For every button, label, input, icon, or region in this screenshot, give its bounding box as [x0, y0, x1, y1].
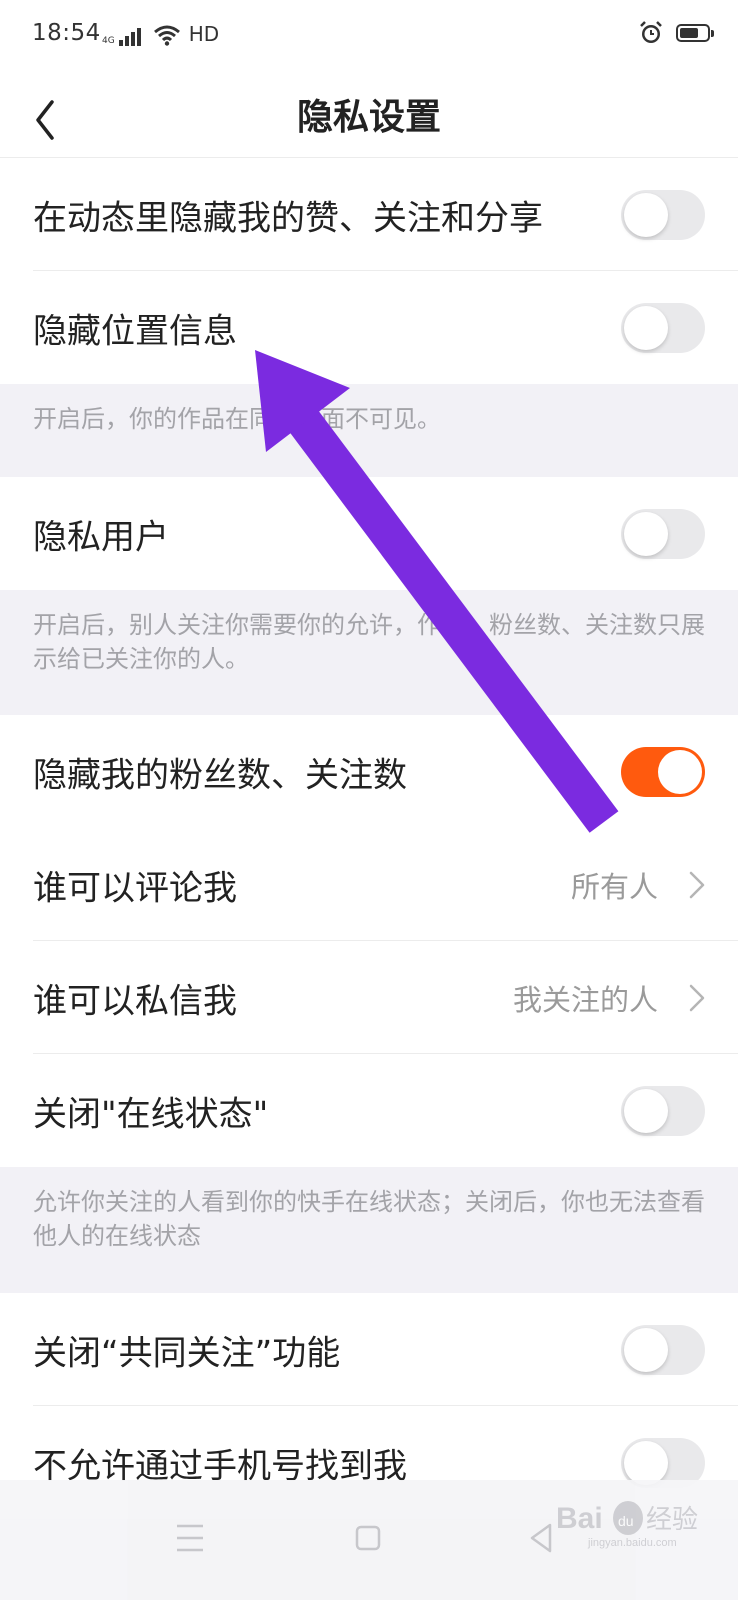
chevron-right-icon	[689, 984, 705, 1011]
setting-value: 我关注的人	[512, 982, 658, 1017]
setting-row-who-can-message[interactable]: 谁可以私信我 我关注的人	[0, 941, 738, 1054]
setting-row-online-status[interactable]: 关闭"在线状态"	[0, 1054, 738, 1167]
wifi-icon	[153, 25, 180, 46]
baidu-jingyan-watermark: Bai du 经验 jingyan.baidu.com	[556, 1501, 698, 1549]
home-button[interactable]	[338, 1508, 398, 1568]
menu-button[interactable]	[160, 1508, 220, 1568]
setting-label: 关闭"在线状态"	[33, 1094, 269, 1134]
setting-row-hide-fans[interactable]: 隐藏我的粉丝数、关注数	[0, 715, 738, 828]
setting-label: 隐藏位置信息	[33, 311, 237, 351]
hd-label: HD	[188, 22, 220, 46]
header: 隐私设置	[0, 70, 738, 158]
toggle-switch[interactable]	[621, 1324, 705, 1375]
svg-text:Bai: Bai	[556, 1502, 603, 1535]
signal-icon	[118, 28, 141, 46]
svg-text:jingyan.baidu.com: jingyan.baidu.com	[587, 1537, 677, 1549]
home-square-icon	[355, 1525, 381, 1551]
description-location: 开启后，你的作品在同城页面不可见。	[33, 405, 441, 433]
setting-label: 关闭“共同关注”功能	[33, 1333, 341, 1373]
toggle-knob	[624, 192, 668, 237]
description-private-user: 开启后，别人关注你需要你的允许，作品、粉丝数、关注数只展示给已关注你的人。	[33, 611, 705, 673]
toggle-knob	[624, 305, 668, 350]
description-online-status: 允许你关注的人看到你的快手在线状态；关闭后，你也无法查看他人的在线状态	[33, 1188, 705, 1250]
status-bar: 18:54 4G HD	[0, 0, 738, 70]
page-title: 隐私设置	[296, 97, 441, 138]
toggle-switch[interactable]	[621, 508, 705, 559]
setting-label: 隐私用户	[33, 517, 169, 557]
network-type-label: 4G	[102, 36, 115, 46]
setting-value: 所有人	[570, 869, 658, 904]
setting-label: 谁可以私信我	[33, 981, 237, 1021]
toggle-switch[interactable]	[621, 302, 705, 353]
status-time: 18:54	[32, 20, 101, 46]
toggle-switch[interactable]	[621, 746, 705, 797]
svg-text:du: du	[618, 1513, 634, 1529]
setting-row-common-follow[interactable]: 关闭“共同关注”功能	[0, 1293, 738, 1406]
setting-label: 在动态里隐藏我的赞、关注和分享	[33, 198, 543, 238]
toggle-knob	[624, 1327, 668, 1372]
setting-row-hide-likes[interactable]: 在动态里隐藏我的赞、关注和分享	[0, 158, 738, 271]
setting-label: 隐藏我的粉丝数、关注数	[33, 755, 407, 795]
status-left-icons: 4G HD	[102, 22, 219, 46]
status-right-icons	[638, 20, 714, 46]
setting-label: 谁可以评论我	[33, 868, 237, 908]
battery-icon	[676, 24, 714, 42]
setting-row-hide-location[interactable]: 隐藏位置信息	[0, 271, 738, 384]
toggle-knob	[624, 1440, 668, 1485]
toggle-switch[interactable]	[621, 189, 705, 240]
chevron-right-icon	[689, 871, 705, 898]
toggle-knob	[624, 1088, 668, 1133]
menu-icon	[177, 1524, 203, 1552]
toggle-knob	[658, 749, 702, 794]
alarm-icon	[640, 21, 662, 43]
svg-text:经验: 经验	[646, 1505, 698, 1535]
setting-row-private-user[interactable]: 隐私用户	[0, 477, 738, 590]
toggle-knob	[624, 511, 668, 556]
toggle-switch[interactable]	[621, 1085, 705, 1136]
setting-row-who-can-comment[interactable]: 谁可以评论我 所有人	[0, 828, 738, 941]
